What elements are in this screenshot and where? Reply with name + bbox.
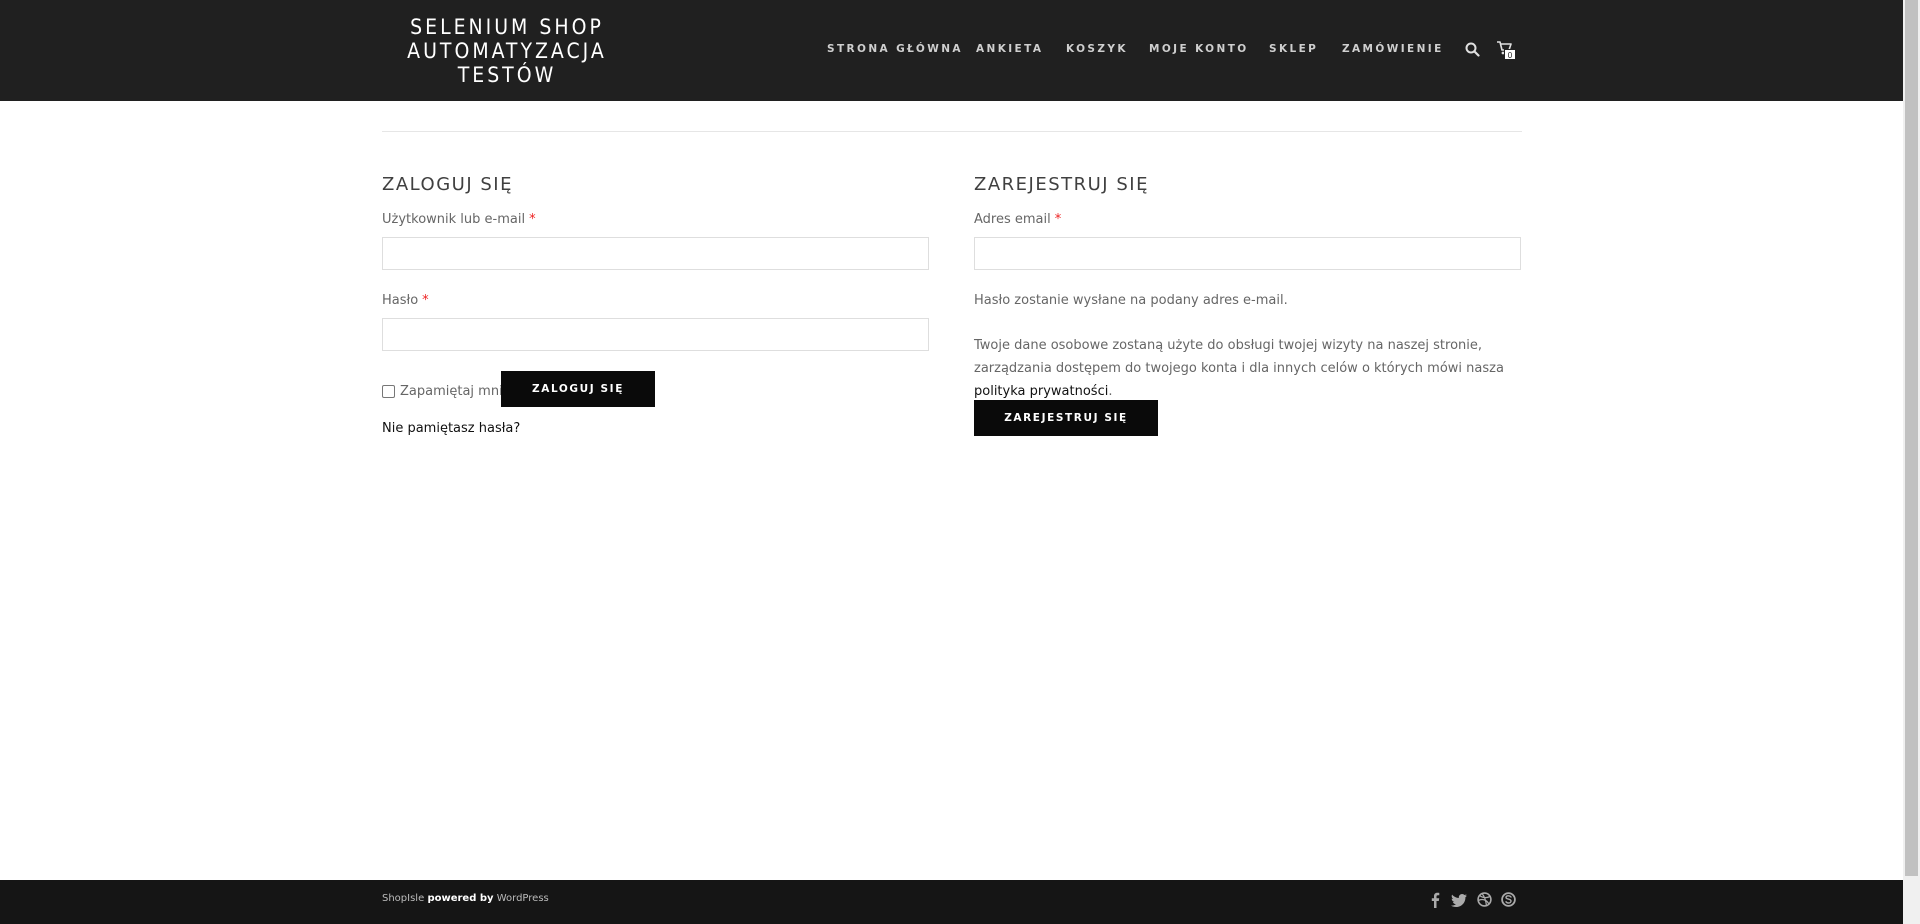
- nav-item-home[interactable]: STRONA GŁÓWNA: [827, 43, 963, 55]
- register-button[interactable]: ZAREJESTRUJ SIĘ: [974, 400, 1158, 436]
- nav-item-survey[interactable]: ANKIETA: [976, 43, 1043, 55]
- nav-item-shop[interactable]: SKLEP: [1269, 43, 1318, 55]
- remember-me-checkbox[interactable]: [382, 385, 395, 398]
- password-label-text: Hasło: [382, 293, 419, 308]
- page-scrollbar-thumb[interactable]: [1905, 0, 1918, 876]
- privacy-text: Twoje dane osobowe zostaną użyte do obsł…: [974, 338, 1504, 376]
- email-label: Adres email *: [974, 212, 1061, 227]
- search-icon[interactable]: [1465, 42, 1480, 57]
- username-input[interactable]: [382, 237, 929, 270]
- footer-platform-link[interactable]: WordPress: [497, 893, 549, 904]
- twitter-icon[interactable]: [1451, 894, 1467, 907]
- login-button[interactable]: ZALOGUJ SIĘ: [501, 371, 655, 407]
- nav-item-cart[interactable]: KOSZYK: [1066, 43, 1128, 55]
- nav-item-my-account[interactable]: MOJE KONTO: [1149, 43, 1249, 55]
- footer-brand: ShopIsle: [382, 893, 425, 904]
- dribbble-icon[interactable]: [1477, 892, 1492, 907]
- email-label-text: Adres email: [974, 212, 1051, 227]
- required-mark: *: [422, 293, 429, 308]
- privacy-policy-link[interactable]: polityka prywatności: [974, 384, 1108, 399]
- username-label: Użytkownik lub e-mail *: [382, 212, 536, 227]
- privacy-notice: Twoje dane osobowe zostaną użyte do obsł…: [974, 334, 1534, 403]
- login-title: ZALOGUJ SIĘ: [382, 174, 513, 195]
- lost-password-link[interactable]: Nie pamiętasz hasła?: [382, 421, 520, 436]
- footer-powered: powered by: [427, 893, 494, 904]
- site-footer: [0, 880, 1903, 924]
- username-label-text: Użytkownik lub e-mail: [382, 212, 526, 227]
- facebook-icon[interactable]: [1430, 892, 1440, 908]
- register-title: ZAREJESTRUJ SIĘ: [974, 174, 1149, 195]
- footer-credits: ShopIsle powered by WordPress: [382, 893, 549, 904]
- required-mark: *: [1054, 212, 1062, 227]
- nav-item-checkout[interactable]: ZAMÓWIENIE: [1342, 43, 1444, 55]
- required-mark: *: [529, 212, 536, 227]
- site-title[interactable]: SELENIUM SHOP AUTOMATYZACJA TESTÓW: [382, 15, 632, 87]
- skype-icon[interactable]: [1501, 892, 1516, 907]
- remember-me-label[interactable]: Zapamiętaj mnie: [400, 384, 511, 399]
- site-title-line2[interactable]: AUTOMATYZACJA: [382, 39, 632, 63]
- privacy-end: .: [1108, 384, 1113, 399]
- password-label: Hasło *: [382, 293, 429, 308]
- register-email-input[interactable]: [974, 237, 1521, 270]
- site-title-line3[interactable]: TESTÓW: [382, 63, 632, 87]
- content-divider: [382, 131, 1522, 132]
- site-title-line1[interactable]: SELENIUM SHOP: [382, 15, 632, 39]
- password-note: Hasło zostanie wysłane na podany adres e…: [974, 293, 1288, 308]
- cart-count-badge[interactable]: 0: [1504, 49, 1516, 60]
- password-input[interactable]: [382, 318, 929, 351]
